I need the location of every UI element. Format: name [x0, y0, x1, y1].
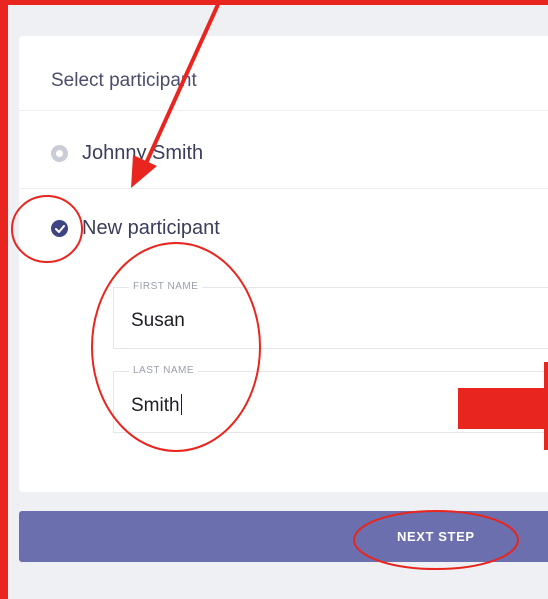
- radio-checked-icon[interactable]: [51, 220, 68, 237]
- first-name-field[interactable]: FIRST NAME Susan: [113, 281, 548, 349]
- last-name-input[interactable]: Smith: [131, 394, 183, 417]
- divider: [19, 110, 548, 111]
- radio-unchecked-icon[interactable]: [51, 145, 68, 162]
- last-name-value: Smith: [131, 395, 180, 416]
- text-caret: [180, 394, 183, 415]
- last-name-field[interactable]: LAST NAME Smith: [113, 365, 548, 433]
- option-new-participant[interactable]: New participant: [51, 217, 220, 240]
- next-step-button[interactable]: NEXT STEP: [19, 511, 548, 562]
- card-title: Select participant: [51, 70, 197, 91]
- option-johnny-smith[interactable]: Johnny Smith: [51, 142, 203, 165]
- next-step-label: NEXT STEP: [397, 529, 475, 544]
- participant-card: Select participant Johnny Smith New part…: [19, 36, 548, 492]
- divider: [19, 188, 548, 189]
- first-name-label: FIRST NAME: [129, 281, 203, 292]
- first-name-value[interactable]: Susan: [131, 310, 185, 332]
- option-label: New participant: [82, 217, 220, 239]
- option-label: Johnny Smith: [82, 142, 204, 164]
- last-name-label: LAST NAME: [129, 365, 198, 376]
